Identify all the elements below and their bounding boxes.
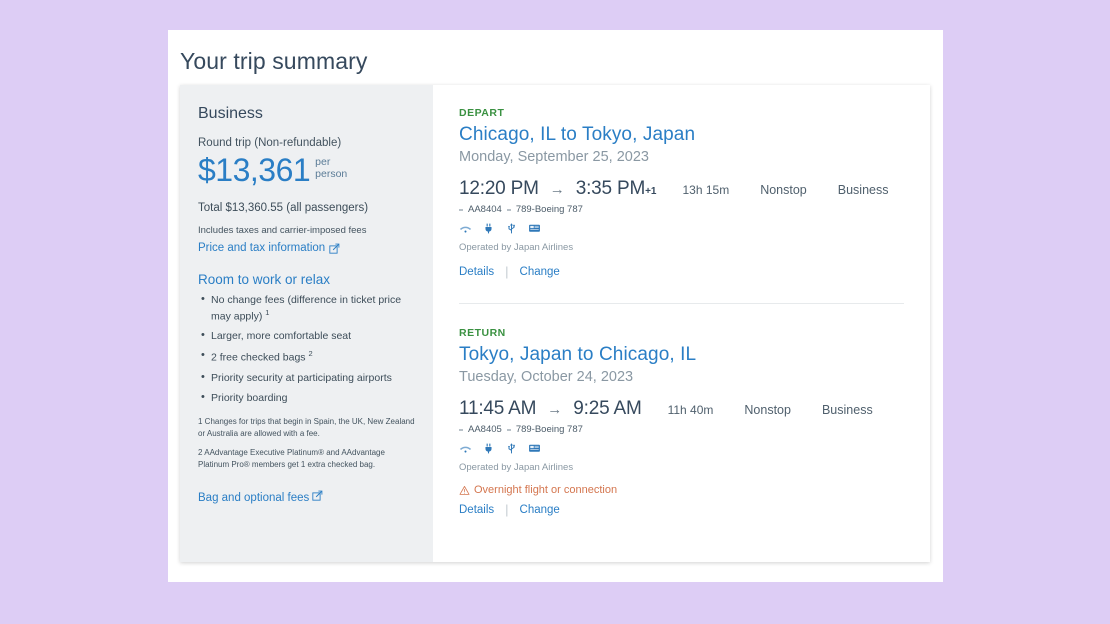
trip-summary-panel: Your trip summary Business Round trip (N… [168,30,943,582]
benefit-footnote-marker: 1 [265,307,270,317]
benefits-title: Room to work or relax [198,272,331,287]
flight-segment-return: RETURN Tokyo, Japan to Chicago, IL Tuesd… [459,327,904,517]
usb-icon [508,223,515,234]
arrival-time: 9:25 AM [573,398,642,419]
price-unit-line1: per [315,156,331,168]
price-unit-line2: person [315,167,348,180]
total-price: Total $13,360.55 (all passengers) [198,202,369,214]
segment-divider [459,303,904,304]
operated-by-return: Operated by Japan Airlines [459,462,574,473]
departure-time: 12:20 PM [459,178,539,199]
footnotes: 1 Changes for trips that begin in Spain,… [198,416,415,471]
benefit-item: Priority boarding [198,390,415,406]
benefits-list: No change fees (difference in ticket pri… [198,292,415,406]
benefit-text: 2 free checked bags [211,351,306,364]
benefit-item: 2 free checked bags 2 [198,348,415,365]
flight-number: AA8405 [468,424,502,435]
price-and-tax-information-link[interactable]: Price and tax information [198,242,340,254]
date-depart: Monday, September 25, 2023 [459,149,649,165]
separator-dash-icon [459,208,463,211]
flight-duration: 13h 15m [682,183,730,197]
price-unit: per person [315,156,348,181]
price-and-tax-information-label: Price and tax information [198,242,326,254]
change-link-return[interactable]: Change [520,504,560,516]
wifi-icon [459,446,472,453]
benefit-footnote-marker: 2 [308,349,313,359]
separator-dash-icon [506,428,511,431]
arrival-time: 3:35 PM [575,178,646,199]
flight-segment-depart: DEPART Chicago, IL to Tokyo, Japan Monda… [459,107,904,279]
arrow-icon: → [547,401,563,418]
footnote-2: 2 AAdvantage Executive Platinum® and AAd… [198,448,385,470]
price-amount: $13,361 [198,152,311,188]
separator-dash-icon [506,208,511,211]
departure-time: 11:45 AM [459,398,537,419]
entertainment-icon [529,224,540,232]
flight-list: DEPART Chicago, IL to Tokyo, Japan Monda… [433,85,930,562]
flight-actions-return: Details | Change [459,502,904,517]
external-link-icon [312,491,323,502]
benefit-item: Priority security at participating airpo… [198,370,415,386]
includes-taxes-note: Includes taxes and carrier-imposed fees [198,225,367,236]
power-outlet-icon [485,223,492,234]
flight-meta-depart: AA8404 789-Boeing 787 [459,204,904,215]
action-separator: | [505,502,509,517]
screen: Your trip summary Business Round trip (N… [0,0,1110,624]
overnight-flight-warning-text: Overnight flight or connection [474,484,618,496]
flight-duration: 11h 40m [667,403,714,417]
flight-actions-depart: Details | Change [459,264,904,279]
trip-summary-card: Business Round trip (Non-refundable) $13… [180,85,930,562]
cabin-name: Business [198,105,263,122]
stops-info: Nonstop [744,403,791,417]
cabin-class: Business [837,183,889,197]
amenities-depart [459,222,904,235]
amenities-return [459,442,904,455]
benefit-item: Larger, more comfortable seat [198,328,415,344]
details-link-depart[interactable]: Details [459,266,494,278]
action-separator: | [505,264,509,279]
bag-and-optional-fees-link[interactable]: Bag and optional fees [198,490,323,504]
route-return: Tokyo, Japan to Chicago, IL [459,344,697,365]
flight-meta-return: AA8405 789-Boeing 787 [459,424,904,435]
benefit-text: Priority security at participating airpo… [211,371,392,384]
usb-icon [508,443,515,454]
time-row-return: 11:45 AM → 9:25 AM 11h 40m Nonstop Busin… [459,398,904,420]
benefit-text: No change fees (difference in ticket pri… [211,294,402,323]
benefit-item: No change fees (difference in ticket pri… [198,292,415,324]
page-title: Your trip summary [180,48,368,74]
cabin-class: Business [821,403,873,417]
benefit-text: Priority boarding [211,391,288,404]
date-return: Tuesday, October 24, 2023 [459,369,634,385]
fare-sidebar: Business Round trip (Non-refundable) $13… [180,85,433,562]
entertainment-icon [529,444,540,452]
trip-type: Round trip (Non-refundable) [198,137,342,149]
power-outlet-icon [485,443,492,454]
flight-number: AA8404 [468,204,502,215]
arrow-icon: → [549,181,565,198]
aircraft-type: 789-Boeing 787 [515,424,583,435]
warning-triangle-icon [459,485,470,495]
time-row-depart: 12:20 PM → 3:35 PM +1 13h 15m Nonstop Bus… [459,178,904,200]
benefit-text: Larger, more comfortable seat [211,330,352,343]
external-link-icon [329,243,340,254]
operated-by-depart: Operated by Japan Airlines [459,242,574,253]
stops-info: Nonstop [760,183,807,197]
price-block: $13,361 per person [198,154,415,186]
bag-and-optional-fees-label: Bag and optional fees [198,492,310,505]
route-depart: Chicago, IL to Tokyo, Japan [459,124,696,145]
aircraft-type: 789-Boeing 787 [515,204,583,215]
separator-dash-icon [459,428,463,431]
leg-label-return: RETURN [459,327,506,339]
footnote-1: 1 Changes for trips that begin in Spain,… [198,417,415,439]
details-link-return[interactable]: Details [459,504,494,516]
change-link-depart[interactable]: Change [520,266,560,278]
leg-label-depart: DEPART [459,107,505,119]
day-offset-badge: +1 [645,186,657,197]
wifi-icon [459,226,472,233]
overnight-flight-warning: Overnight flight or connection [459,484,904,496]
